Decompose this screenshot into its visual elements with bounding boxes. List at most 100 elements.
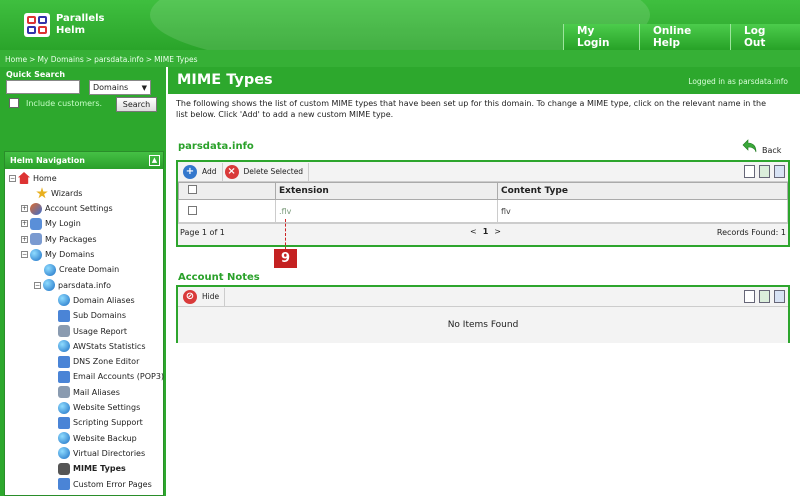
print-icon[interactable] (744, 290, 755, 303)
sidebar-item-create-domain[interactable]: Create Domain (44, 263, 119, 277)
my-login-button[interactable]: My Login (563, 24, 639, 50)
breadcrumb-domain[interactable]: parsdata.info (94, 55, 144, 64)
sidebar-item-label: Account Settings (45, 204, 113, 214)
sidebar-item-mime-types[interactable]: MIME Types (58, 462, 126, 476)
online-help-button[interactable]: Online Help (639, 24, 730, 50)
export-word-icon[interactable] (774, 290, 785, 303)
include-customers-checkbox[interactable] (9, 98, 19, 108)
sidebar-item-label: parsdata.info (58, 280, 112, 290)
extension-column-header[interactable]: Extension (275, 182, 498, 200)
sidebar-item-label: Domain Aliases (73, 295, 135, 305)
back-arrow-icon (742, 138, 758, 154)
globe-icon (30, 248, 42, 261)
sidebar-item-label: DNS Zone Editor (73, 357, 140, 367)
log-out-button[interactable]: Log Out (730, 24, 800, 50)
nav-panel-title: Helm Navigation (10, 156, 85, 165)
callout-badge: 9 (274, 249, 297, 268)
prev-page-link[interactable]: < (470, 227, 477, 236)
sidebar-item-account-settings[interactable]: + Account Settings (21, 202, 113, 216)
next-page-link[interactable]: > (494, 227, 501, 236)
content-type-column-header[interactable]: Content Type (497, 182, 788, 200)
globe-icon (58, 294, 70, 307)
sidebar-item-website-settings[interactable]: Website Settings (58, 401, 140, 415)
home-icon (18, 172, 30, 184)
sidebar-item-label: Create Domain (59, 265, 120, 275)
back-label: Back (762, 146, 782, 155)
sidebar-item-label: Scripting Support (73, 418, 143, 428)
select-all-checkbox[interactable] (188, 185, 197, 194)
sidebar-item-my-domains[interactable]: − My Domains (21, 248, 94, 262)
expand-icon[interactable]: + (21, 235, 28, 243)
delete-selected-button[interactable]: × Delete Selected (223, 162, 310, 181)
sidebar-item-label: Email Accounts (POP3) (73, 372, 165, 382)
logo-line2: Helm (56, 25, 85, 36)
collapse-tree-icon[interactable]: − (21, 251, 28, 258)
sidebar-item-custom-error-pages[interactable]: Custom Error Pages (58, 477, 152, 491)
sidebar-item-scripting-support[interactable]: Scripting Support (58, 416, 143, 430)
sidebar-item-email-accounts-pop3[interactable]: Email Accounts (POP3) (58, 370, 164, 384)
collapse-tree-icon[interactable]: − (34, 281, 41, 289)
sidebar-item-label: Wizards (51, 188, 83, 198)
wizard-icon (36, 187, 48, 199)
sidebar-item-website-backup[interactable]: Website Backup (58, 431, 137, 445)
breadcrumb: Home > My Domains > parsdata.info > MIME Types (0, 50, 800, 67)
breadcrumb-separator: > (85, 55, 93, 64)
sidebar-item-label: Usage Report (73, 326, 127, 336)
add-button[interactable]: + Add (181, 162, 223, 181)
sidebar-item-label: Website Settings (73, 403, 141, 412)
export-excel-icon[interactable] (759, 165, 770, 178)
script-icon (58, 416, 70, 429)
packages-icon (30, 233, 42, 246)
callout-line (285, 219, 286, 250)
print-icon[interactable] (744, 165, 755, 178)
collapse-icon[interactable]: ▲ (149, 155, 160, 166)
sidebar-item-home[interactable]: − Home (9, 171, 57, 185)
hide-button[interactable]: ⊘ Hide (181, 287, 226, 306)
login-icon (30, 217, 42, 230)
breadcrumb-separator: > (29, 55, 36, 64)
sidebar-item-usage-report[interactable]: Usage Report (58, 324, 127, 338)
breadcrumb-separator: > (145, 55, 153, 64)
extension-link[interactable]: .flv (279, 207, 291, 216)
expand-icon[interactable]: + (21, 220, 28, 228)
back-button[interactable]: Back (742, 136, 781, 155)
sidebar-item-wizards[interactable]: Wizards (36, 186, 82, 200)
expand-icon[interactable]: + (21, 205, 28, 213)
sidebar-item-virtual-directories[interactable]: Virtual Directories (58, 446, 145, 460)
sidebar-item-my-login[interactable]: + My Login (21, 217, 81, 231)
quick-search-input[interactable] (6, 80, 80, 94)
sidebar-item-label: Website Backup (73, 433, 137, 443)
sidebar-item-parsdata-info[interactable]: − parsdata.info (34, 278, 111, 292)
sidebar-item-awstats-statistics[interactable]: AWStats Statistics (58, 339, 145, 353)
mime-toolbar: + Add × Delete Selected (178, 162, 788, 182)
page-info: Page 1 of 1 (180, 228, 225, 237)
export-excel-icon[interactable] (759, 290, 770, 303)
website-icon (58, 401, 70, 414)
delete-icon: × (224, 164, 239, 179)
sidebar-item-dns-zone-editor[interactable]: DNS Zone Editor (58, 355, 139, 369)
sidebar-item-label: Custom Error Pages (73, 479, 152, 489)
export-word-icon[interactable] (774, 165, 785, 178)
account-notes-heading: Account Notes (178, 272, 260, 283)
select-all-header (178, 182, 276, 200)
hide-icon: ⊘ (183, 289, 197, 304)
table-header-row: Extension Content Type (178, 182, 788, 200)
sidebar-item-domain-aliases[interactable]: Domain Aliases (58, 293, 135, 307)
report-icon (58, 325, 70, 337)
sidebar-item-label: My Login (45, 219, 81, 229)
account-notes-panel: ⊘ Hide No Items Found (176, 285, 790, 343)
sidebar-item-label: My Packages (45, 234, 97, 244)
search-button[interactable]: Search (116, 97, 157, 112)
content-type-cell: flv (497, 199, 788, 223)
backup-icon (58, 432, 70, 445)
row-checkbox[interactable] (188, 205, 197, 215)
search-scope-select[interactable]: Domains ▼ (89, 80, 151, 95)
breadcrumb-my-domains[interactable]: My Domains (37, 55, 83, 64)
breadcrumb-home[interactable]: Home (5, 55, 27, 64)
sidebar-item-sub-domains[interactable]: Sub Domains (58, 309, 126, 323)
collapse-tree-icon[interactable]: − (9, 174, 16, 182)
sidebar-item-mail-aliases[interactable]: Mail Aliases (58, 385, 120, 399)
sidebar-item-my-packages[interactable]: + My Packages (21, 232, 97, 246)
nav-panel-header: Helm Navigation ▲ (5, 152, 163, 169)
main-title-bar: MIME Types Logged in as parsdata.info (168, 67, 800, 94)
